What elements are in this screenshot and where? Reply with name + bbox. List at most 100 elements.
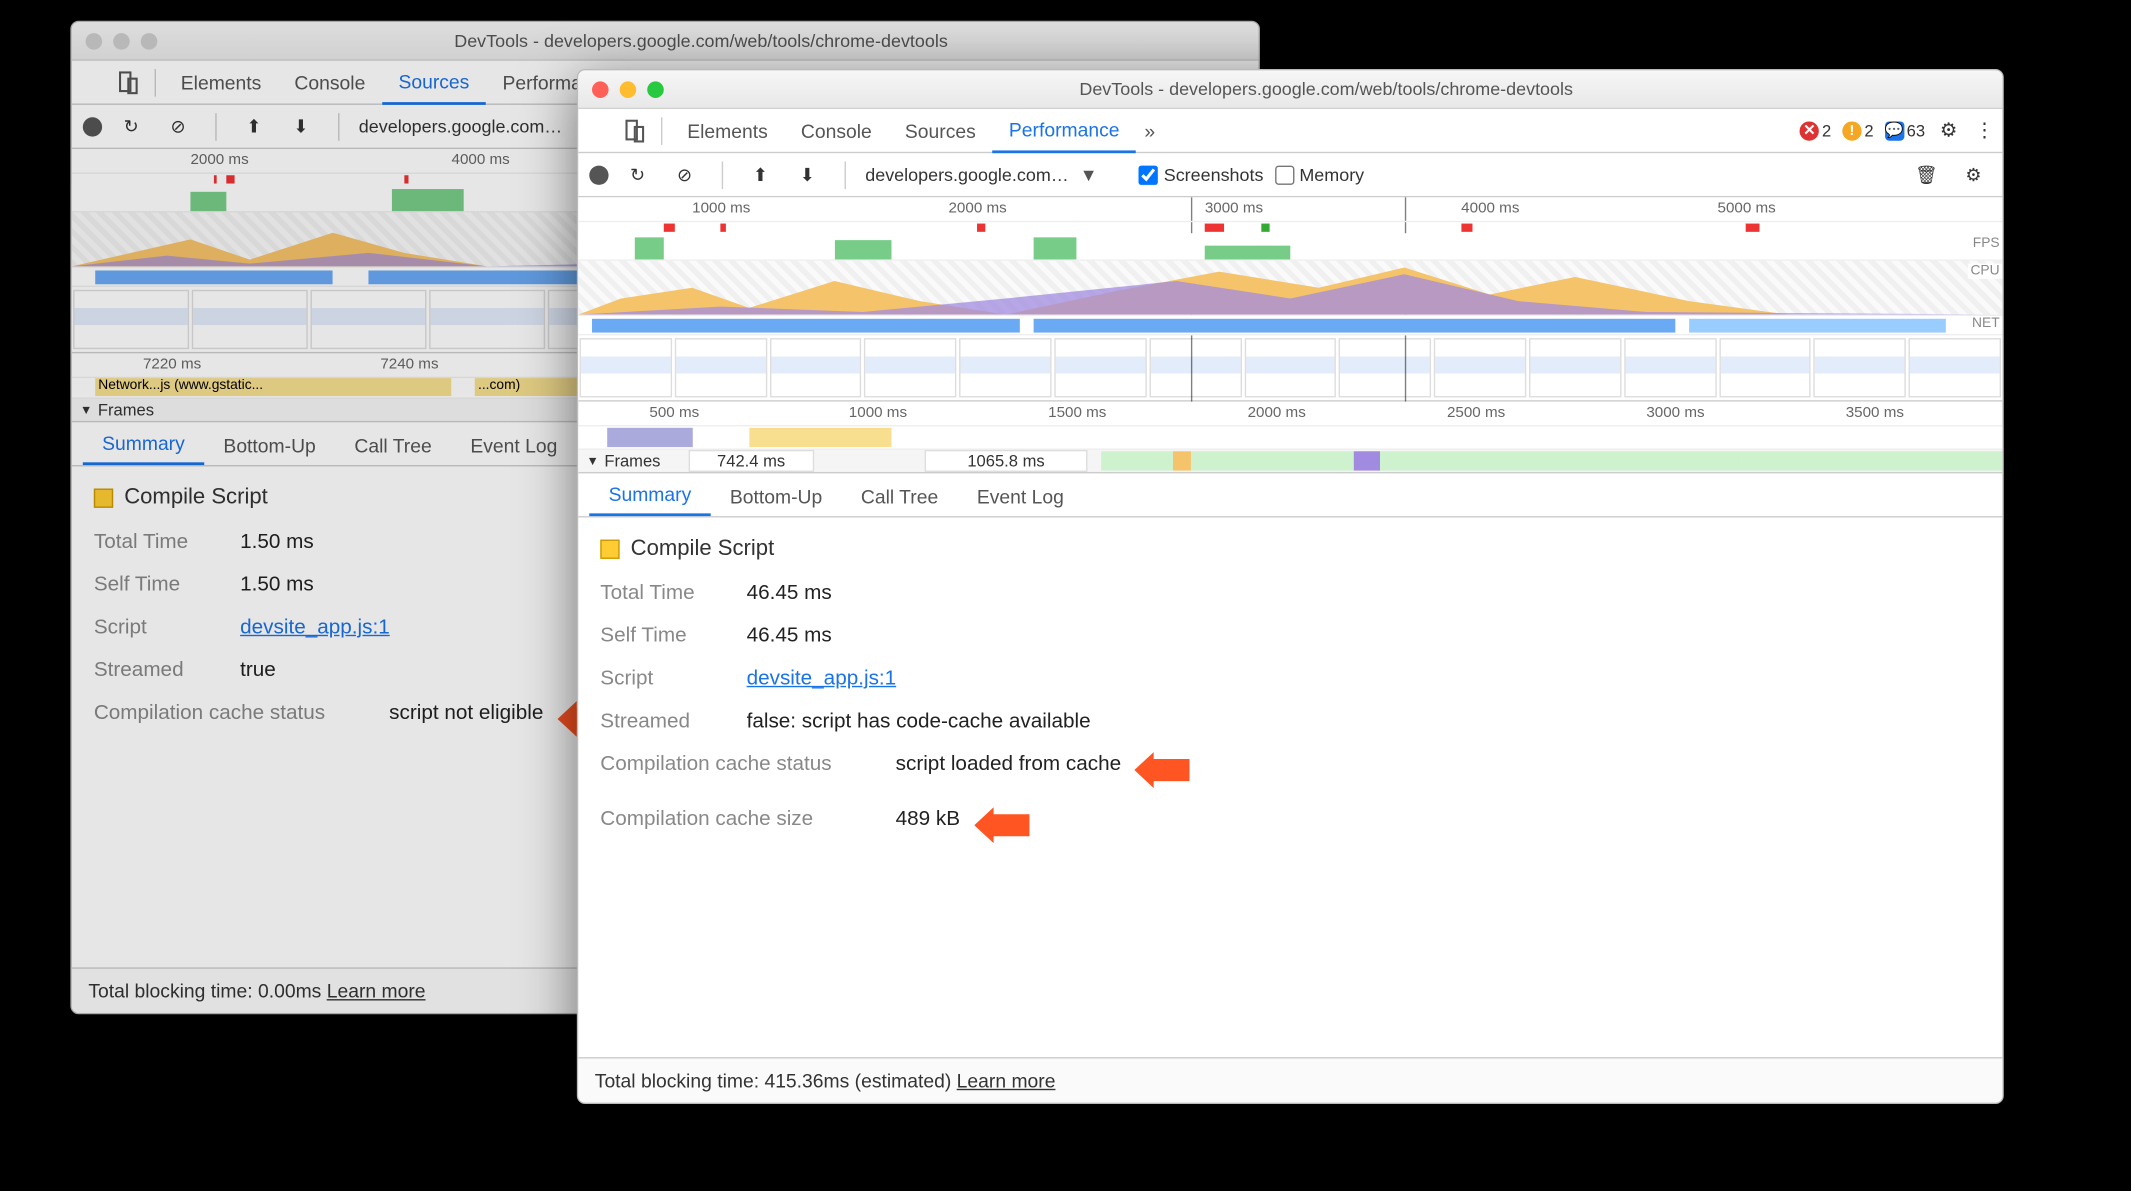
cpu-row: CPU [578,261,2002,316]
tab-console[interactable]: Console [278,60,382,104]
dtab-bottomup[interactable]: Bottom-Up [711,477,842,516]
summary-label: Total Time [600,581,727,604]
titlebar[interactable]: DevTools - developers.google.com/web/too… [578,70,2002,109]
summary-row: Streamedfalse: script has code-cache ava… [600,709,1980,732]
download-icon[interactable]: ⬇ [288,114,313,139]
inspect-icon[interactable] [584,118,612,143]
summary-value: 46.45 ms [747,624,832,647]
dtab-bottomup[interactable]: Bottom-Up [204,426,335,465]
window-title: DevTools - developers.google.com/web/too… [664,79,1989,100]
detail-tabs: Summary Bottom-Up Call Tree Event Log [578,473,2002,517]
summary-label: Script [94,615,221,638]
dtab-eventlog[interactable]: Event Log [958,477,1084,516]
fps-row: FPS [578,233,2002,261]
script-link[interactable]: devsite_app.js:1 [747,667,897,690]
maximize-icon[interactable] [647,81,664,98]
net-row: NET [578,316,2002,335]
info-count[interactable]: 💬63 [1885,121,1926,140]
trash-icon[interactable]: 🗑 [1914,162,1939,187]
error-count[interactable]: ✕2 [1800,121,1831,140]
category-color-icon [600,540,619,559]
summary-panel: Compile Script Total Time46.45 msSelf Ti… [578,518,2002,1058]
tab-console[interactable]: Console [784,108,888,152]
summary-value: 489 kB [896,807,960,843]
tab-sources[interactable]: Sources [382,60,486,104]
memory-checkbox[interactable]: Memory [1275,164,1365,185]
summary-value: false: script has code-cache available [747,709,1091,732]
footer: Total blocking time: 415.36ms (estimated… [578,1057,2002,1103]
tab-sources[interactable]: Sources [888,108,992,152]
minimize-icon[interactable] [113,32,130,49]
gear-icon[interactable]: ⚙ [1936,118,1961,143]
summary-label: Compilation cache size [600,807,876,843]
tab-elements[interactable]: Elements [671,108,785,152]
overview-ruler: 1000 ms 2000 ms 3000 ms 4000 ms 5000 ms [578,197,2002,222]
reload-icon[interactable]: ↻ [625,162,650,187]
dtab-eventlog[interactable]: Event Log [451,426,577,465]
dtab-summary[interactable]: Summary [83,424,204,465]
summary-row: Total Time 46.45 ms [600,581,1980,604]
url-selector[interactable]: developers.google.com… [359,116,562,137]
close-icon[interactable] [592,81,609,98]
summary-value: 1.50 ms [240,530,314,553]
url-selector[interactable]: developers.google.com… [865,164,1068,185]
summary-value: 1.50 ms [240,573,314,596]
inspect-icon[interactable] [77,70,105,95]
gear-icon[interactable]: ⚙ [1961,162,1986,187]
record-button[interactable] [83,117,102,136]
frames-row[interactable]: ▼ Frames 742.4 ms 1065.8 ms [578,449,2002,474]
main-toolbar: Elements Console Sources Performance » ✕… [578,109,2002,153]
minimize-icon[interactable] [620,81,637,98]
summary-label: Self Time [94,573,221,596]
summary-row: Compilation cache size 489 kB [600,807,1980,843]
screenshots-strip[interactable] [578,335,2002,401]
clear-icon[interactable]: ⊘ [672,162,697,187]
kebab-icon[interactable]: ⋮ [1972,118,1997,143]
summary-label: Streamed [94,658,221,681]
tab-performance[interactable]: Performance [992,108,1136,152]
summary-label: Compilation cache status [94,701,370,737]
upload-icon[interactable]: ⬆ [242,114,267,139]
category-color-icon [94,489,113,508]
close-icon[interactable] [86,32,103,49]
traffic-lights[interactable] [86,32,158,49]
detail-ruler[interactable]: 500 ms 1000 ms 1500 ms 2000 ms 2500 ms 3… [578,402,2002,427]
dtab-calltree[interactable]: Call Tree [842,477,958,516]
dtab-calltree[interactable]: Call Tree [335,426,451,465]
overview-marks [578,222,2002,233]
warning-count[interactable]: !2 [1842,121,1873,140]
screenshots-checkbox[interactable]: Screenshots [1139,164,1264,185]
reload-icon[interactable]: ↻ [119,114,144,139]
script-link[interactable]: devsite_app.js:1 [240,615,390,638]
summary-label: Compilation cache status [600,752,876,788]
clear-icon[interactable]: ⊘ [166,114,191,139]
chevron-down-icon[interactable]: ▼ [80,403,92,417]
learn-more-link[interactable]: Learn more [327,980,426,1002]
perf-toolbar: ↻ ⊘ ⬆ ⬇ developers.google.com…▼ Screensh… [578,153,2002,197]
summary-label: Script [600,667,727,690]
summary-label: Self Time [600,624,727,647]
network-flame[interactable] [578,426,2002,448]
window-title: DevTools - developers.google.com/web/too… [157,30,1244,51]
titlebar[interactable]: DevTools - developers.google.com/web/too… [72,22,1259,61]
dtab-summary[interactable]: Summary [589,475,710,516]
summary-value: true [240,658,276,681]
download-icon[interactable]: ⬇ [795,162,820,187]
callout-arrow-icon [974,807,1029,843]
chevron-down-icon[interactable]: ▼ [587,454,599,468]
device-icon[interactable] [622,118,647,143]
upload-icon[interactable]: ⬆ [748,162,773,187]
more-tabs-icon[interactable]: » [1136,119,1163,141]
tab-elements[interactable]: Elements [164,60,278,104]
record-button[interactable] [589,165,608,184]
device-icon[interactable] [116,70,141,95]
summary-row: Compilation cache status script loaded fr… [600,752,1980,788]
overview-timeline[interactable]: 1000 ms 2000 ms 3000 ms 4000 ms 5000 ms … [578,197,2002,401]
callout-arrow-icon [1135,752,1190,788]
traffic-lights[interactable] [592,81,664,98]
maximize-icon[interactable] [141,32,158,49]
devtools-window-front: DevTools - developers.google.com/web/too… [577,69,2004,1104]
summary-value: 46.45 ms [747,581,832,604]
learn-more-link[interactable]: Learn more [957,1070,1056,1092]
summary-value: script loaded from cache [896,752,1122,788]
